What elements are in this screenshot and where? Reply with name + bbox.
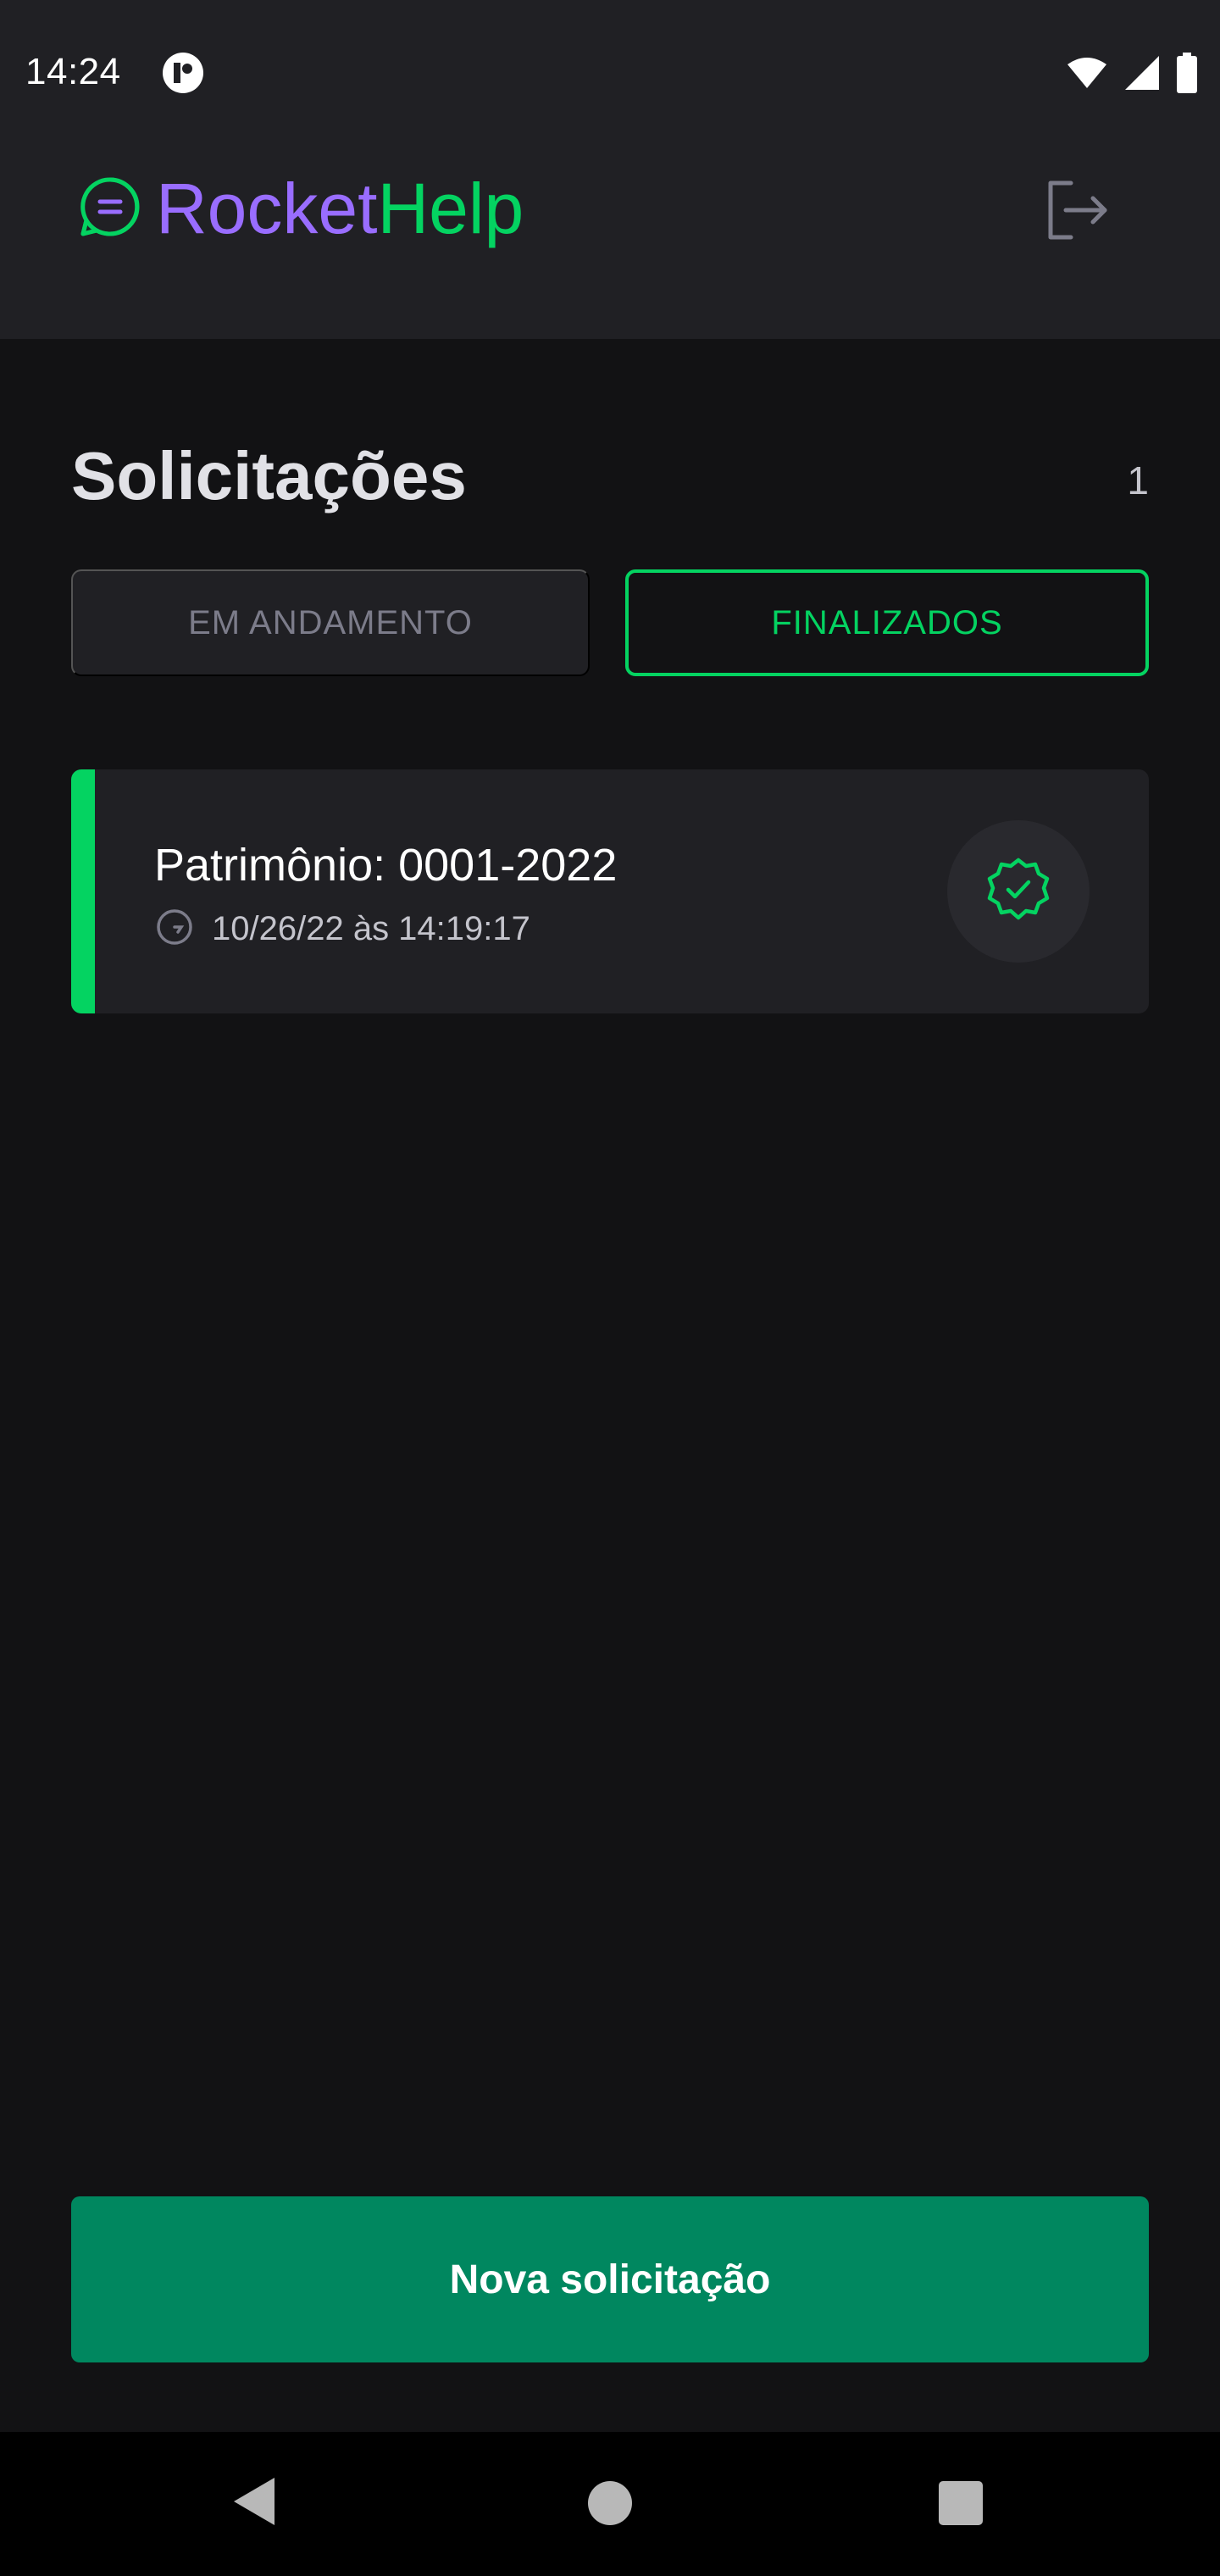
app-logo: RocketHelp (78, 168, 524, 250)
order-status-badge (947, 820, 1090, 963)
battery-icon (1176, 53, 1198, 97)
page-title: Solicitações (71, 438, 467, 514)
circle-wavy-check-icon (984, 856, 1052, 928)
logo-text: RocketHelp (156, 168, 524, 250)
orders-count: 1 (1127, 458, 1149, 502)
status-icons (1066, 53, 1198, 97)
recents-icon[interactable] (939, 2481, 983, 2525)
status-time: 14:24 (25, 51, 121, 92)
status-color-bar (71, 769, 95, 1013)
logo-rocket: Rocket (156, 169, 378, 248)
filter-open-button[interactable]: EM ANDAMENTO (71, 569, 590, 676)
sign-out-icon (1045, 178, 1110, 247)
clock-icon (156, 908, 193, 950)
logout-button[interactable] (1044, 174, 1112, 250)
home-icon[interactable] (588, 2481, 632, 2525)
title-row: Solicitações 1 (71, 437, 1149, 522)
order-patrimony: Patrimônio: 0001-2022 (154, 840, 618, 891)
system-nav-bar (0, 2432, 1220, 2576)
order-date-row: 10/26/22 às 14:19:17 (156, 908, 530, 950)
status-bar: 14:24 (0, 0, 1220, 144)
wifi-icon (1066, 56, 1108, 94)
cell-signal-icon (1123, 54, 1161, 96)
new-request-button[interactable]: Nova solicitação (71, 2196, 1149, 2362)
order-card[interactable]: Patrimônio: 0001-2022 10/26/22 às 14:19:… (71, 769, 1149, 1013)
filter-closed-button[interactable]: FINALIZADOS (625, 569, 1149, 676)
order-date: 10/26/22 às 14:19:17 (212, 910, 530, 947)
back-icon[interactable] (229, 2474, 278, 2533)
app-notification-icon (161, 51, 205, 99)
logo-help: Help (377, 169, 524, 248)
chat-bubble-icon (78, 175, 142, 243)
